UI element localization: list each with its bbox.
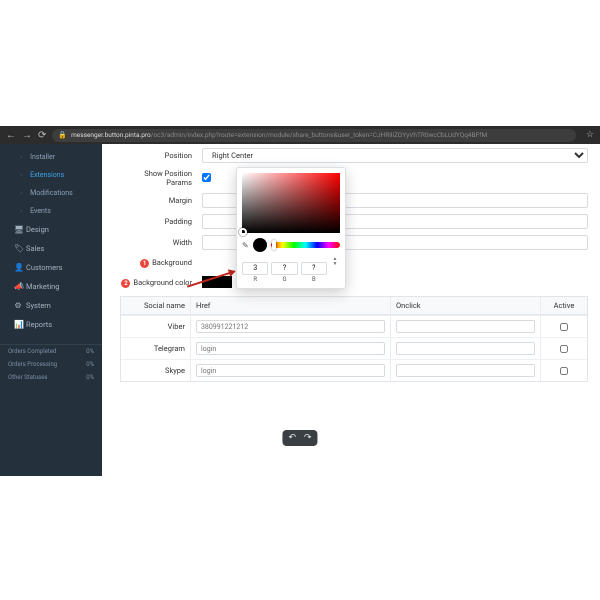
row-width: Width <box>120 235 588 250</box>
rgb-g-label: G <box>271 276 297 283</box>
active-checkbox[interactable] <box>560 345 568 353</box>
sidebar-item-customers[interactable]: 👤Customers <box>0 258 102 277</box>
stat-label: Other Statuses <box>8 374 48 381</box>
rgb-b-input[interactable] <box>301 262 327 275</box>
rgb-b-label: B <box>301 276 327 283</box>
stat-label: Orders Processing <box>8 361 57 368</box>
row-show-position-params: Show Position Params <box>120 169 588 187</box>
eyedropper-icon[interactable]: ✎ <box>242 241 249 250</box>
href-input[interactable] <box>196 342 385 355</box>
position-label: Position <box>120 151 202 160</box>
stat-row: Orders Processing 0% <box>8 358 94 371</box>
th-active: Active <box>541 297 587 314</box>
row-background: 1Background <box>120 256 588 270</box>
margin-label: Margin <box>120 196 202 205</box>
stat-value: 0% <box>86 348 94 355</box>
sidebar-stats: Orders Completed 0% Orders Processing 0%… <box>0 344 102 384</box>
onclick-input[interactable] <box>396 320 535 333</box>
url-path: /oc3/admin/index.php?route=extension/mod… <box>151 131 487 139</box>
share-icon: 📣 <box>14 282 22 291</box>
active-checkbox[interactable] <box>560 367 568 375</box>
sidebar-item-marketing[interactable]: 📣Marketing <box>0 277 102 296</box>
lock-icon: 🔒 <box>58 131 67 139</box>
sidebar-item-installer[interactable]: Installer <box>0 148 102 166</box>
mode-toggle[interactable]: ▲ ▼ <box>330 255 340 267</box>
forward-button[interactable]: → <box>22 130 32 141</box>
th-href: Href <box>191 297 391 314</box>
show-position-params-label: Show Position Params <box>120 169 202 187</box>
table-row: Telegram <box>121 337 587 359</box>
sidebar-item-sales[interactable]: 🏷Sales <box>0 239 102 258</box>
gear-icon: ⚙ <box>14 301 22 310</box>
stat-row: Other Statuses 0% <box>8 371 94 384</box>
sidebar-item-modifications[interactable]: Modifications <box>0 184 102 202</box>
hue-cursor[interactable] <box>272 240 276 250</box>
reload-button[interactable]: ⟳ <box>38 130 46 141</box>
position-select[interactable]: Right Center <box>202 148 588 163</box>
sidebar-item-design[interactable]: 🖥Design <box>0 220 102 239</box>
padding-label: Padding <box>120 217 202 226</box>
active-checkbox[interactable] <box>560 323 568 331</box>
color-picker: ✎ R G B ▲ ▼ <box>236 167 346 289</box>
href-input[interactable] <box>196 320 385 333</box>
rgb-r-input[interactable] <box>242 262 268 275</box>
td-name: Viber <box>121 316 191 337</box>
sidebar-item-system[interactable]: ⚙System <box>0 296 102 315</box>
onclick-input[interactable] <box>396 342 535 355</box>
stat-label: Orders Completed <box>8 348 56 355</box>
th-name: Social name <box>121 297 191 314</box>
href-input[interactable] <box>196 364 385 377</box>
browser-bar: ← → ⟳ 🔒 messenger.button.pinta.pro /oc3/… <box>0 126 600 144</box>
row-position: Position Right Center <box>120 148 588 163</box>
sidebar-item-events[interactable]: Events <box>0 202 102 220</box>
chart-icon: 📊 <box>14 320 22 329</box>
td-name: Telegram <box>121 338 191 359</box>
redo-button[interactable]: ↷ <box>304 433 312 443</box>
saturation-cursor[interactable] <box>239 228 247 236</box>
url-host: messenger.button.pinta.pro <box>71 131 151 139</box>
table-head: Social name Href Onclick Active <box>121 297 587 315</box>
badge-2: 2 <box>121 279 130 288</box>
badge-1: 1 <box>140 259 149 268</box>
hue-slider[interactable] <box>271 242 340 248</box>
sidebar: Installer Extensions Modifications Event… <box>0 144 102 476</box>
bookmark-icon[interactable]: ☆ <box>586 130 594 140</box>
stat-row: Orders Completed 0% <box>8 345 94 358</box>
stat-value: 0% <box>86 374 94 381</box>
sidebar-item-extensions[interactable]: Extensions <box>0 166 102 184</box>
bottom-toolbar: ↶ ↷ <box>282 430 317 446</box>
onclick-input[interactable] <box>396 364 535 377</box>
stat-value: 0% <box>86 361 94 368</box>
table-row: Skype <box>121 359 587 381</box>
monitor-icon: 🖥 <box>14 225 22 234</box>
sidebar-item-reports[interactable]: 📊Reports <box>0 315 102 334</box>
rgb-g-input[interactable] <box>271 262 297 275</box>
rgb-r-label: R <box>242 276 268 283</box>
social-table: Social name Href Onclick Active Viber Te… <box>120 296 588 382</box>
td-name: Skype <box>121 360 191 381</box>
undo-button[interactable]: ↶ <box>288 433 296 443</box>
table-row: Viber <box>121 315 587 337</box>
rgb-inputs: R G B ▲ ▼ <box>242 255 340 283</box>
back-button[interactable]: ← <box>6 130 16 141</box>
saturation-panel[interactable] <box>242 173 340 233</box>
row-padding: Padding <box>120 214 588 229</box>
show-position-params-checkbox[interactable] <box>202 173 211 182</box>
url-bar[interactable]: 🔒 messenger.button.pinta.pro /oc3/admin/… <box>52 129 576 142</box>
row-background-color: 2Background color <box>120 276 588 290</box>
person-icon: 👤 <box>14 263 22 272</box>
current-color-swatch <box>253 238 267 252</box>
row-margin: Margin <box>120 193 588 208</box>
main-panel: Position Right Center Show Position Para… <box>102 144 600 476</box>
tag-icon: 🏷 <box>14 244 22 253</box>
th-onclick: Onclick <box>391 297 541 314</box>
background-label: 1Background <box>120 258 202 268</box>
width-label: Width <box>120 238 202 247</box>
chevron-down-icon: ▼ <box>333 262 338 267</box>
